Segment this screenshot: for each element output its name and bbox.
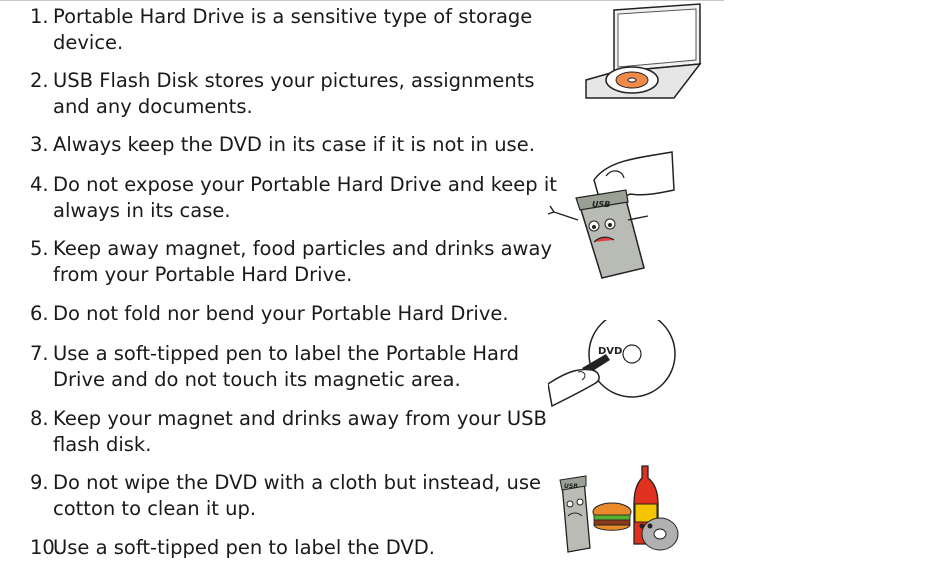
item-number: 10.: [30, 536, 62, 559]
usb-food-drink-illustration: USB: [559, 465, 679, 553]
item-text: Do not wipe the DVD with a cloth but ins…: [53, 471, 542, 520]
item-text: Use a soft-tipped pen to label the DVD.: [53, 536, 435, 559]
item-number: 2.: [30, 69, 49, 92]
dvd-label: DVD: [598, 346, 622, 357]
list-item: 6. Do not fold nor bend your Portable Ha…: [30, 301, 570, 327]
list-item: 8. Keep your magnet and drinks away from…: [30, 406, 570, 458]
item-text: Keep away magnet, food particles and dri…: [53, 237, 552, 286]
list-item: 4. Do not expose your Portable Hard Driv…: [30, 172, 570, 224]
top-rule: [0, 0, 724, 1]
item-number: 6.: [30, 302, 49, 325]
usb-small-label: USB: [564, 483, 578, 490]
item-number: 1.: [30, 5, 49, 28]
item-text: Do not expose your Portable Hard Drive a…: [53, 173, 557, 222]
list-item: 9. Do not wipe the DVD with a cloth but …: [30, 470, 570, 522]
list-item: 7. Use a soft-tipped pen to label the Po…: [30, 341, 570, 393]
item-text: Do not fold nor bend your Portable Hard …: [53, 302, 509, 325]
item-text: Keep your magnet and drinks away from yo…: [53, 407, 547, 456]
item-text: Always keep the DVD in its case if it is…: [53, 133, 535, 156]
usb-character-illustration: USB: [548, 151, 675, 279]
dvd-pen-illustration: DVD: [548, 320, 676, 408]
item-number: 8.: [30, 407, 49, 430]
item-text: Use a soft-tipped pen to label the Porta…: [53, 342, 519, 391]
list-item: 10. Use a soft-tipped pen to label the D…: [30, 535, 570, 561]
list-item: 1. Portable Hard Drive is a sensitive ty…: [30, 4, 570, 56]
list-item: 2. USB Flash Disk stores your pictures, …: [30, 68, 570, 120]
item-text: USB Flash Disk stores your pictures, ass…: [53, 69, 535, 118]
list-item: 3. Always keep the DVD in its case if it…: [30, 132, 570, 158]
item-number: 4.: [30, 173, 49, 196]
item-number: 9.: [30, 471, 49, 494]
item-number: 5.: [30, 237, 49, 260]
item-number: 7.: [30, 342, 49, 365]
disc-case-illustration: [585, 3, 702, 99]
item-text: Portable Hard Drive is a sensitive type …: [53, 5, 533, 54]
item-number: 3.: [30, 133, 49, 156]
usb-label: USB: [592, 200, 610, 209]
list-item: 5. Keep away magnet, food particles and …: [30, 236, 570, 288]
